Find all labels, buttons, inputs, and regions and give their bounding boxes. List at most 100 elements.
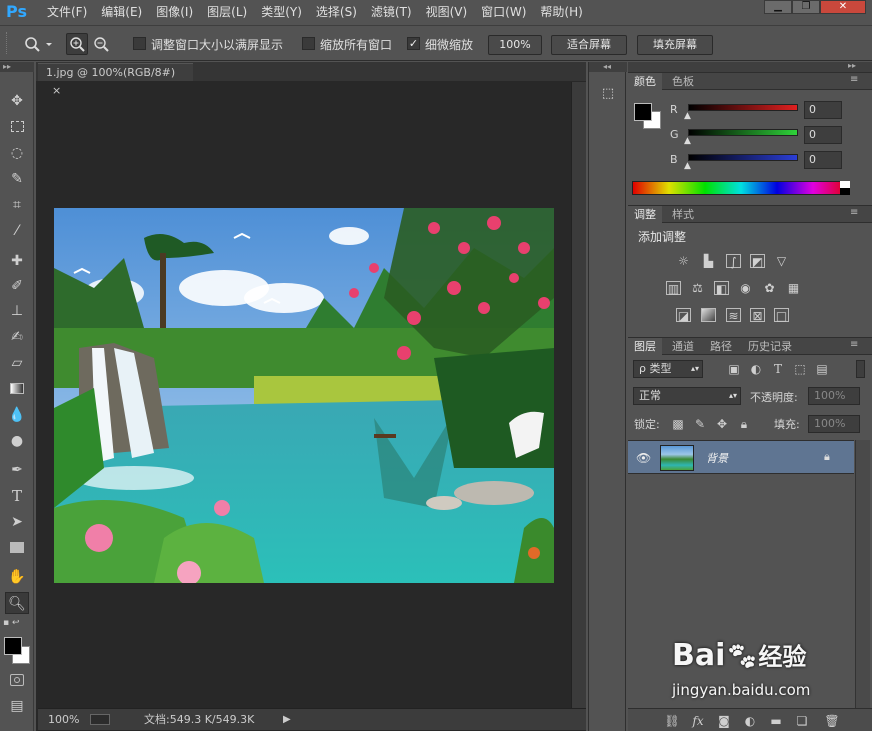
zoom-in-button[interactable]: [66, 33, 88, 55]
document-tab[interactable]: 1.jpg @ 100%(RGB/8#) ×: [38, 63, 193, 97]
blue-slider[interactable]: [688, 154, 798, 161]
menu-filter[interactable]: 滤镜(T): [364, 0, 419, 24]
menu-edit[interactable]: 编辑(E): [94, 0, 149, 24]
resize-windows-checkbox[interactable]: [133, 37, 146, 50]
rectangle-tool-icon[interactable]: [5, 537, 29, 559]
menu-file[interactable]: 文件(F): [40, 0, 94, 24]
healing-brush-tool-icon[interactable]: ✚: [5, 250, 29, 272]
lock-position-icon[interactable]: ✥: [714, 417, 730, 431]
green-slider[interactable]: [688, 129, 798, 136]
filter-toggle-switch[interactable]: [856, 360, 865, 378]
panel-menu-icon[interactable]: ≡: [850, 339, 858, 350]
foreground-color-swatch[interactable]: [4, 637, 22, 655]
screen-mode-icon[interactable]: ▤: [5, 695, 29, 717]
layers-scrollbar[interactable]: [855, 440, 870, 708]
lock-image-icon[interactable]: ✎: [692, 417, 708, 431]
panel-menu-icon[interactable]: ≡: [850, 207, 858, 218]
panels-collapse-icon[interactable]: ▸▸: [848, 61, 856, 70]
posterize-icon[interactable]: [701, 308, 716, 322]
dock-collapse-icon[interactable]: ◂◂: [589, 62, 627, 72]
filter-adjustment-icon[interactable]: ◐: [748, 362, 764, 376]
tab-styles[interactable]: 样式: [666, 206, 700, 223]
tab-swatches[interactable]: 色板: [666, 73, 700, 90]
gradient-tool-icon[interactable]: [5, 378, 29, 400]
eraser-tool-icon[interactable]: ▱: [5, 352, 29, 374]
layer-name[interactable]: 背景: [706, 450, 728, 466]
channel-mixer-icon[interactable]: ✿: [762, 281, 777, 295]
blue-slider-handle-icon[interactable]: ▲: [684, 161, 691, 171]
vibrance-icon[interactable]: ▽: [774, 254, 789, 268]
layer-row[interactable]: 👁︎ 背景 🔒︎: [628, 440, 854, 474]
type-tool-icon[interactable]: T: [5, 485, 29, 507]
curves-icon[interactable]: ∫: [726, 254, 741, 269]
history-brush-tool-icon[interactable]: ✍: [5, 326, 29, 348]
opacity-field[interactable]: 100%: [808, 387, 860, 405]
zoom-all-checkbox[interactable]: [302, 37, 315, 50]
tab-channels[interactable]: 通道: [666, 338, 700, 355]
close-button[interactable]: ✕: [820, 0, 866, 14]
green-value[interactable]: 0: [804, 126, 842, 144]
eyedropper-tool-icon[interactable]: ⁄: [5, 220, 29, 242]
spectrum-black-chip[interactable]: [840, 188, 850, 195]
minimize-button[interactable]: ▁: [764, 0, 792, 14]
new-group-icon[interactable]: ▬: [768, 714, 784, 728]
tab-history[interactable]: 历史记录: [742, 338, 798, 355]
add-mask-icon[interactable]: ◙: [716, 714, 732, 728]
red-slider[interactable]: [688, 104, 798, 111]
levels-icon[interactable]: ▙: [701, 254, 716, 268]
status-menu-arrow-icon[interactable]: ▶: [283, 709, 291, 731]
filter-smart-object-icon[interactable]: ▤: [814, 362, 830, 376]
threshold-icon[interactable]: ≋: [726, 308, 741, 323]
tab-close-icon[interactable]: ×: [52, 84, 61, 97]
layer-kind-filter[interactable]: ρ 类型 ▴▾: [633, 360, 703, 378]
canvas-image[interactable]: [54, 208, 554, 583]
color-lookup-icon[interactable]: ▦: [786, 281, 801, 295]
path-select-tool-icon[interactable]: ➤: [5, 511, 29, 533]
layer-style-icon[interactable]: fx: [690, 714, 706, 728]
menu-view[interactable]: 视图(V): [419, 0, 475, 24]
clone-stamp-tool-icon[interactable]: ⊥: [5, 300, 29, 322]
tab-paths[interactable]: 路径: [704, 338, 738, 355]
filter-pixel-icon[interactable]: ▣: [726, 362, 742, 376]
color-balance-icon[interactable]: ⚖: [690, 281, 705, 295]
tools-collapse-icon[interactable]: ▸▸: [0, 62, 34, 72]
brightness-contrast-icon[interactable]: ☼: [676, 254, 691, 268]
new-layer-icon[interactable]: ❏: [794, 714, 810, 728]
zoom-out-button[interactable]: [91, 34, 113, 56]
exposure-icon[interactable]: ◩: [750, 254, 765, 269]
blue-value[interactable]: 0: [804, 151, 842, 169]
visibility-eye-icon[interactable]: 👁︎: [636, 451, 651, 465]
move-tool-icon[interactable]: ✥: [5, 90, 29, 112]
quick-mask-icon[interactable]: [5, 670, 29, 692]
blur-tool-icon[interactable]: 💧: [5, 404, 29, 426]
fg-swatch[interactable]: [634, 103, 652, 121]
fit-screen-button[interactable]: 适合屏幕: [551, 35, 627, 55]
black-white-icon[interactable]: ◧: [714, 281, 729, 296]
scrubby-zoom-checkbox[interactable]: ✓: [407, 37, 420, 50]
hand-tool-icon[interactable]: ✋: [5, 566, 29, 588]
green-slider-handle-icon[interactable]: ▲: [684, 136, 691, 146]
filter-shape-icon[interactable]: ⬚: [792, 362, 808, 376]
crop-tool-icon[interactable]: ⌗: [5, 194, 29, 216]
red-value[interactable]: 0: [804, 101, 842, 119]
delete-layer-icon[interactable]: 🗑︎: [824, 714, 840, 728]
menu-help[interactable]: 帮助(H): [533, 0, 589, 24]
brush-tool-icon[interactable]: ✐: [5, 275, 29, 297]
tab-layers[interactable]: 图层: [628, 338, 662, 355]
zoom-level[interactable]: 100%: [48, 709, 79, 731]
grip-handle[interactable]: [6, 32, 12, 54]
fill-screen-button[interactable]: 填充屏幕: [637, 35, 713, 55]
zoom-100-button[interactable]: 100%: [488, 35, 542, 55]
menu-layer[interactable]: 图层(L): [200, 0, 254, 24]
menu-select[interactable]: 选择(S): [309, 0, 364, 24]
color-spectrum-bar[interactable]: [632, 181, 850, 195]
tab-color[interactable]: 颜色: [628, 73, 662, 90]
spectrum-white-chip[interactable]: [840, 181, 850, 188]
dodge-tool-icon[interactable]: ●: [5, 430, 29, 452]
filter-type-icon[interactable]: T: [770, 362, 786, 376]
blend-mode-select[interactable]: 正常 ▴▾: [633, 387, 741, 405]
menu-image[interactable]: 图像(I): [149, 0, 200, 24]
marquee-tool-icon[interactable]: [5, 116, 29, 138]
hue-saturation-icon[interactable]: ▥: [666, 281, 681, 296]
lock-transparent-icon[interactable]: ▩: [670, 417, 686, 431]
